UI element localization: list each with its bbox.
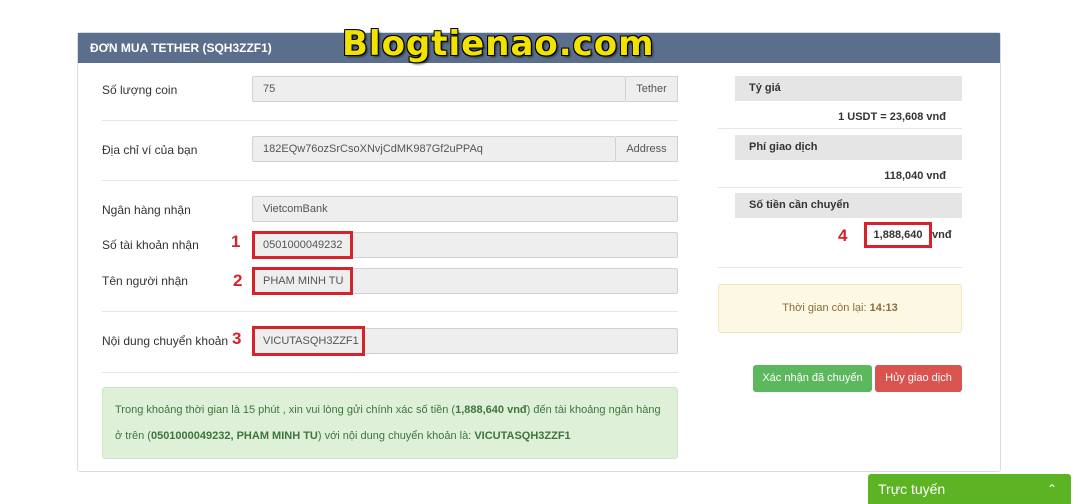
transfer-content-label: Nội dung chuyển khoản bbox=[102, 334, 229, 348]
account-number-label: Số tài khoản nhận bbox=[102, 238, 199, 252]
row-divider bbox=[102, 311, 678, 312]
total-amount: 1,888,640 bbox=[864, 222, 932, 248]
name-highlight-box bbox=[252, 267, 353, 295]
row-divider bbox=[102, 372, 678, 373]
bank-input[interactable]: VietcomBank bbox=[252, 196, 678, 222]
recipient-name-label: Tên người nhận bbox=[102, 274, 188, 288]
transfer-instructions: Trong khoảng thời gian là 15 phút , xin … bbox=[102, 387, 678, 459]
wallet-address-label: Địa chỉ ví của bạn bbox=[102, 143, 198, 157]
rate-value: 1 USDT = 23,608 vnđ bbox=[838, 111, 946, 123]
total-header: Số tiền cần chuyển bbox=[735, 193, 962, 218]
fee-header: Phí giao dịch bbox=[735, 135, 962, 160]
instructions-text: Trong khoảng thời gian là 15 phút , xin … bbox=[115, 404, 456, 416]
instructions-amount: 1,888,640 vnđ bbox=[455, 404, 527, 416]
instructions-line-2: ở trên (0501000049232, PHAM MINH TU) với… bbox=[115, 423, 665, 449]
marker-3: 3 bbox=[232, 329, 242, 348]
chat-label: Trực tuyến bbox=[878, 481, 946, 497]
total-unit: vnđ bbox=[932, 229, 952, 241]
row-divider bbox=[102, 120, 678, 121]
side-divider bbox=[718, 187, 962, 188]
rate-header: Tỷ giá bbox=[735, 76, 962, 101]
instructions-account: 0501000049232, PHAM MINH TU bbox=[150, 430, 318, 442]
instructions-text: ) đến tài khoảng ngân hàng bbox=[526, 404, 661, 416]
coin-unit-addon: Tether bbox=[626, 76, 678, 102]
watermark-text: Blogtienao.com bbox=[342, 24, 655, 64]
content-highlight-box bbox=[252, 326, 365, 356]
instructions-text: ) với nội dung chuyển khoản là: bbox=[317, 430, 475, 442]
fee-value: 118,040 vnđ bbox=[884, 170, 946, 182]
live-chat-widget[interactable]: Trực tuyến ⌃ bbox=[868, 474, 1071, 504]
wallet-address-input[interactable]: 182EQw76ozSrCsoXNvjCdMK987Gf2uPPAq bbox=[252, 136, 616, 162]
wallet-unit-addon: Address bbox=[616, 136, 678, 162]
timer-label: Thời gian còn lại: bbox=[782, 302, 870, 314]
marker-4: 4 bbox=[838, 226, 848, 245]
timer-value: 14:13 bbox=[869, 302, 898, 314]
confirm-transfer-button[interactable]: Xác nhận đã chuyển bbox=[753, 365, 872, 392]
side-divider bbox=[718, 128, 962, 129]
bank-label: Ngân hàng nhận bbox=[102, 203, 191, 217]
instructions-text: ở trên ( bbox=[115, 430, 151, 442]
coin-amount-input[interactable]: 75 bbox=[252, 76, 626, 102]
instructions-line-1: Trong khoảng thời gian là 15 phút , xin … bbox=[115, 397, 665, 423]
row-divider bbox=[102, 180, 678, 181]
instructions-content: VICUTASQH3ZZF1 bbox=[474, 430, 571, 442]
account-highlight-box bbox=[252, 231, 353, 259]
cancel-transaction-button[interactable]: Hủy giao dịch bbox=[875, 365, 962, 392]
coin-amount-label: Số lượng coin bbox=[102, 83, 178, 97]
marker-1: 1 bbox=[231, 232, 241, 251]
chevron-up-icon[interactable]: ⌃ bbox=[1047, 474, 1057, 504]
side-divider bbox=[718, 267, 962, 268]
marker-2: 2 bbox=[233, 271, 243, 290]
countdown-timer: Thời gian còn lại: 14:13 bbox=[718, 284, 962, 333]
